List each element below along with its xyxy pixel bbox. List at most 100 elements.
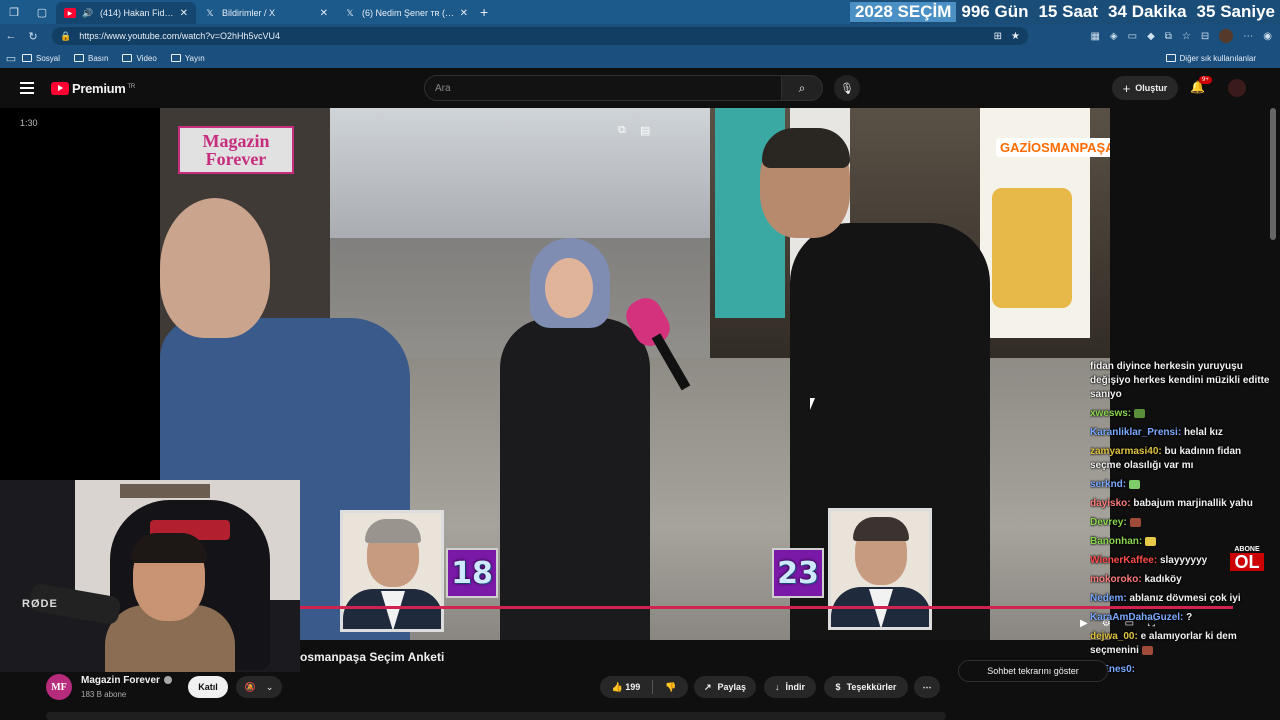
extension-icon[interactable]: ◈ xyxy=(1110,31,1118,42)
bookmark-folder-basin[interactable]: Basın xyxy=(74,54,108,63)
live-chat-overlay: fidan diyince herkesin yuruyuşu değişiyo… xyxy=(1090,360,1270,720)
plus-icon: + xyxy=(1122,80,1131,96)
folder-icon xyxy=(170,54,181,62)
bookmark-folder-yayin[interactable]: Yayın xyxy=(170,54,205,63)
audio-playing-icon[interactable]: 🔊 xyxy=(82,8,94,18)
thanks-icon: $ xyxy=(835,682,841,692)
logo-text: Premium TR xyxy=(72,81,135,96)
favorite-star-icon[interactable]: ★ xyxy=(1011,31,1020,42)
extensions-puzzle-icon[interactable]: ⧉ xyxy=(1165,31,1172,42)
workspaces-icon[interactable]: ❐ xyxy=(0,0,28,24)
emote-icon xyxy=(1145,536,1157,546)
split-screen-icon[interactable]: ⊞ xyxy=(994,31,1002,42)
channel-name[interactable]: Magazin Forever xyxy=(81,675,172,686)
lock-icon[interactable]: 🔒 xyxy=(60,31,71,42)
chat-message: Nedem: ablanız dövmesi çok iyi xyxy=(1090,593,1241,604)
chat-message: Karanliklar_Prensi: helal kız xyxy=(1090,427,1223,438)
more-menu-icon[interactable]: ⋯ xyxy=(1243,31,1253,42)
browser-tab-x-notifications[interactable]: 𝕏 Bildirimler / X ✕ xyxy=(196,2,336,24)
bell-off-icon: 🔕 xyxy=(244,681,256,692)
address-bar-row: ← ↻ 🔒 https://www.youtube.com/watch?v=O2… xyxy=(0,24,1280,48)
url-field[interactable]: 🔒 https://www.youtube.com/watch?v=O2hHh5… xyxy=(52,27,1028,45)
collections-icon[interactable]: ⊟ xyxy=(1201,31,1209,42)
back-icon[interactable]: ← xyxy=(0,30,22,42)
bookmark-folder-video[interactable]: Video xyxy=(122,54,157,63)
join-button[interactable]: Katıl xyxy=(188,676,228,698)
menu-hamburger-icon[interactable] xyxy=(20,82,34,94)
chat-message: Devrey: xyxy=(1090,516,1270,530)
more-actions-button[interactable]: ⋯ xyxy=(914,676,940,698)
subscription-bell-button[interactable]: 🔕 ⌄ xyxy=(236,676,282,698)
more-horizontal-icon: ⋯ xyxy=(922,681,932,692)
tab-title: Bildirimler / X xyxy=(222,8,276,18)
folder-icon xyxy=(22,54,32,62)
extensions-area: ▦ ◈ ▭ ◆ ⧉ ☆ ⊟ ⋯ ◉ xyxy=(1090,24,1280,48)
emote-icon xyxy=(1141,645,1153,655)
video-title: osmanpaşa Seçim Anketi xyxy=(300,650,445,664)
other-bookmarks[interactable]: Diğer sık kullanılanlar xyxy=(1165,54,1256,63)
score-right: 23 xyxy=(772,548,824,598)
location-sign: GAZİOSMANPAŞA xyxy=(996,138,1110,157)
chat-message: dejwa_00: e alamıyorlar ki dem seçmenini xyxy=(1090,631,1237,656)
user-avatar[interactable] xyxy=(1228,79,1246,97)
chat-message: zamyarmasi40: bu kadının fidan seçme ola… xyxy=(1090,446,1242,471)
mouse-cursor xyxy=(810,398,815,410)
interviewee-woman xyxy=(500,238,650,640)
youtube-favicon-icon: ▶ xyxy=(64,8,76,18)
description-strip xyxy=(46,712,946,720)
close-tab-icon[interactable]: ✕ xyxy=(460,8,468,19)
new-tab-icon[interactable]: + xyxy=(480,4,488,20)
browser-tab-x-profile[interactable]: 𝕏 (6) Nedim Şener ᴛʀ (@nedimsener ✕ xyxy=(336,2,476,24)
x-favicon-icon: 𝕏 xyxy=(346,7,354,18)
reading-list-icon[interactable]: ▭ xyxy=(0,52,22,65)
mic-brand-label: RØDE xyxy=(22,598,58,610)
search-input[interactable]: Ara xyxy=(424,75,782,101)
countdown-days: 996 Gün xyxy=(961,2,1029,21)
countdown-minutes: 34 Dakika xyxy=(1108,2,1187,21)
video-frame[interactable]: GAZİOSMANPAŞA Magazin Forever ⧉ ▤ 18 23 xyxy=(160,108,1110,640)
like-button[interactable]: 👍 199 xyxy=(612,682,641,693)
chat-message: KaraAmDahaGuzel: ? xyxy=(1090,612,1193,623)
bookmark-folder-sosyal[interactable]: Sosyal xyxy=(22,54,60,63)
extension-icon[interactable]: ▦ xyxy=(1090,31,1099,42)
chat-message: ThEnes0: xyxy=(1090,664,1136,675)
thanks-button[interactable]: $ Teşekkürler xyxy=(824,676,908,698)
search-button[interactable]: ⌕ xyxy=(781,75,823,101)
download-button[interactable]: ↓ İndir xyxy=(764,676,816,698)
verified-check-icon xyxy=(163,676,172,685)
refresh-icon[interactable]: ↻ xyxy=(22,30,44,43)
browser-tab-youtube[interactable]: ▶ 🔊 (414) Hakan Fidan mı Ekrem ✕ xyxy=(56,2,196,24)
url-text: https://www.youtube.com/watch?v=O2hHh5vc… xyxy=(79,31,281,41)
youtube-play-logo-icon xyxy=(51,82,69,95)
share-icon: ↗ xyxy=(703,681,712,692)
tab-actions-icon[interactable]: ▢ xyxy=(28,0,56,24)
bookmarks-bar: ▭ Sosyal Basın Video Yayın Diğer sık kul… xyxy=(0,48,1280,68)
show-chat-replay-button[interactable]: Sohbet tekrarını göster xyxy=(958,660,1108,682)
play-icon[interactable]: ▶ xyxy=(1080,618,1088,629)
subscribe-overlay: ABONE OL xyxy=(1230,546,1264,582)
create-button[interactable]: + Oluştur xyxy=(1112,76,1178,100)
playlist-icon[interactable]: ▤ xyxy=(640,124,650,137)
folder-icon xyxy=(1165,54,1176,62)
voice-search-button[interactable]: 🎙 xyxy=(834,75,860,101)
page-scrollbar[interactable] xyxy=(1270,108,1276,240)
profile-avatar[interactable] xyxy=(1219,29,1234,43)
countdown-year-label: 2028 SEÇİM xyxy=(849,2,957,22)
channel-avatar[interactable]: MF xyxy=(46,674,72,700)
favorites-icon[interactable]: ☆ xyxy=(1182,31,1191,42)
extension-icon[interactable]: ▭ xyxy=(1128,31,1137,42)
youtube-logo[interactable]: Premium TR xyxy=(51,81,135,96)
copilot-icon[interactable]: ◉ xyxy=(1263,31,1272,42)
browser-tab-bar: ❐ ▢ ▶ 🔊 (414) Hakan Fidan mı Ekrem ✕ 𝕏 B… xyxy=(0,0,1280,24)
miniplayer-icon[interactable]: ⧉ xyxy=(618,124,626,137)
emote-icon xyxy=(1129,517,1141,527)
score-left: 18 xyxy=(446,548,498,598)
like-dislike-group: 👍 199 👎 xyxy=(600,676,688,698)
extension-icon[interactable]: ◆ xyxy=(1147,31,1155,42)
share-button[interactable]: ↗ Paylaş xyxy=(694,676,756,698)
close-tab-icon[interactable]: ✕ xyxy=(320,8,328,19)
x-favicon-icon: 𝕏 xyxy=(206,7,214,18)
close-tab-icon[interactable]: ✕ xyxy=(180,8,188,19)
dislike-button[interactable]: 👎 xyxy=(665,682,676,693)
folder-icon xyxy=(122,54,133,62)
